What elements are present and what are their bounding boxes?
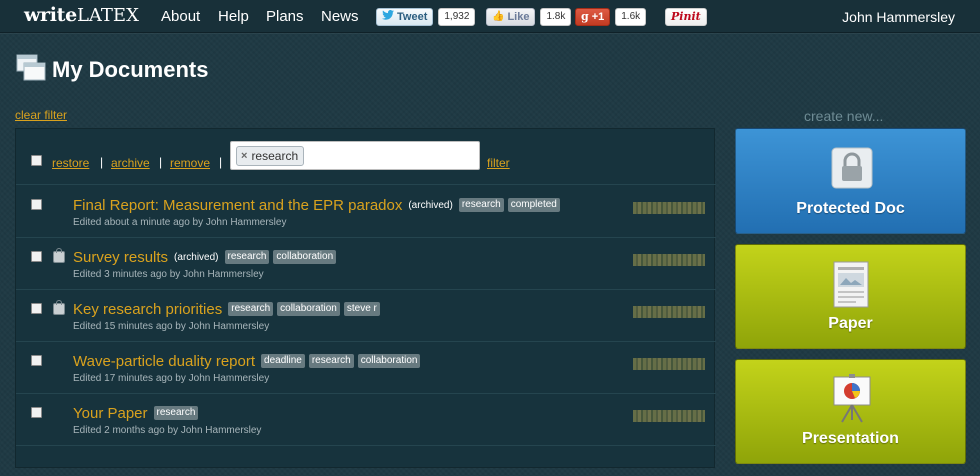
- like-button[interactable]: 👍 Like: [486, 7, 536, 26]
- document-title-link[interactable]: Key research priorities: [73, 301, 222, 318]
- tag-badge[interactable]: collaboration: [357, 354, 421, 368]
- document-row[interactable]: Survey results (archived) research colla…: [16, 238, 716, 290]
- tweet-label: Tweet: [397, 10, 428, 23]
- toolbar-separator: |: [219, 155, 223, 169]
- document-row[interactable]: Key research priorities research collabo…: [16, 290, 716, 342]
- tweet-widget: Tweet 1,932: [376, 7, 476, 26]
- document-title-line: Key research priorities research collabo…: [73, 298, 380, 320]
- tweet-button[interactable]: Tweet: [376, 7, 434, 26]
- document-title-link[interactable]: Final Report: Measurement and the EPR pa…: [73, 197, 402, 214]
- toolbar-separator: |: [100, 155, 104, 169]
- row-checkbox[interactable]: [31, 199, 42, 210]
- top-nav-bar: writeLATEX About Help Plans News Tweet 1…: [0, 0, 980, 33]
- row-checkbox[interactable]: [31, 251, 42, 262]
- tag-badge[interactable]: collaboration: [277, 302, 340, 316]
- archived-label: (archived): [408, 199, 453, 211]
- blurred-thumbnail: [633, 254, 705, 266]
- remove-tag-icon[interactable]: ×: [241, 150, 247, 162]
- blurred-thumbnail: [633, 358, 705, 370]
- padlock-icon: [831, 147, 873, 194]
- document-meta: Edited 3 minutes ago by John Hammersley: [73, 269, 264, 280]
- document-row[interactable]: Your Paper research Edited 2 months ago …: [16, 394, 716, 446]
- create-paper-button[interactable]: Paper: [735, 244, 966, 349]
- row-checkbox[interactable]: [31, 355, 42, 366]
- document-meta: Edited 2 months ago by John Hammersley: [73, 425, 262, 436]
- blurred-thumbnail: [633, 410, 705, 422]
- archive-link[interactable]: archive: [111, 156, 150, 170]
- documents-toolbar: restore | archive | remove | × research …: [16, 129, 716, 185]
- create-presentation-button[interactable]: Presentation: [735, 359, 966, 464]
- filter-button[interactable]: filter: [487, 156, 510, 170]
- tweet-count: 1,932: [438, 7, 476, 26]
- document-meta: Edited 17 minutes ago by John Hammersley: [73, 373, 270, 384]
- nav-news-link[interactable]: News: [321, 8, 359, 25]
- document-title-link[interactable]: Wave-particle duality report: [73, 353, 255, 370]
- document-title-link[interactable]: Survey results: [73, 249, 168, 266]
- filter-tag-chip[interactable]: × research: [236, 146, 305, 166]
- pin-it-button[interactable]: Pinit: [665, 7, 707, 26]
- lock-icon: [53, 300, 65, 315]
- restore-link[interactable]: restore: [52, 156, 89, 170]
- like-widget: 👍 Like 1.8k: [486, 7, 572, 26]
- document-meta: Edited 15 minutes ago by John Hammersley: [73, 321, 270, 332]
- gplus-label: +1: [591, 10, 605, 23]
- documents-icon: [16, 54, 46, 82]
- toolbar-separator: |: [159, 155, 163, 169]
- tag-badge[interactable]: research: [458, 198, 504, 212]
- nav-help-link[interactable]: Help: [218, 8, 249, 25]
- twitter-bird-icon: [382, 10, 394, 23]
- filter-tag-label: research: [251, 149, 299, 163]
- protected-doc-label: Protected Doc: [796, 200, 905, 217]
- select-all-checkbox[interactable]: [31, 155, 42, 166]
- tag-badge[interactable]: completed: [507, 198, 560, 212]
- document-title-line: Your Paper research: [73, 402, 199, 424]
- remove-link[interactable]: remove: [170, 156, 210, 170]
- tag-badge[interactable]: collaboration: [273, 250, 337, 264]
- create-protected-doc-button[interactable]: Protected Doc: [735, 128, 966, 234]
- document-row[interactable]: Final Report: Measurement and the EPR pa…: [16, 186, 716, 238]
- thumbs-up-icon: 👍: [492, 11, 505, 22]
- paper-document-icon: [831, 261, 871, 314]
- tag-badge[interactable]: research: [228, 302, 274, 316]
- document-row[interactable]: Wave-particle duality report deadline re…: [16, 342, 716, 394]
- create-new-heading: create new...: [804, 108, 884, 124]
- presentation-label: Presentation: [802, 430, 899, 447]
- nav-about-link[interactable]: About: [161, 8, 200, 25]
- tag-badge[interactable]: research: [308, 354, 354, 368]
- presentation-easel-icon: [831, 374, 873, 429]
- document-title-line: Final Report: Measurement and the EPR pa…: [73, 194, 560, 216]
- pinterest-widget: Pinit: [665, 7, 707, 26]
- paper-label: Paper: [828, 315, 873, 332]
- like-label: Like: [507, 10, 530, 23]
- writelatex-logo[interactable]: writeLATEX: [24, 4, 139, 26]
- archived-label: (archived): [174, 251, 219, 263]
- document-title-link[interactable]: Your Paper: [73, 405, 148, 422]
- tag-badge[interactable]: research: [224, 250, 270, 264]
- clear-filter-link[interactable]: clear filter: [15, 108, 67, 122]
- tag-badge[interactable]: research: [153, 406, 199, 420]
- row-checkbox[interactable]: [31, 407, 42, 418]
- logo-text: write: [24, 4, 77, 26]
- document-title-line: Wave-particle duality report deadline re…: [73, 350, 421, 372]
- documents-panel: restore | archive | remove | × research …: [15, 128, 716, 468]
- nav-plans-link[interactable]: Plans: [266, 8, 304, 25]
- google-g-icon: g: [581, 10, 589, 23]
- like-count: 1.8k: [540, 7, 572, 26]
- row-checkbox[interactable]: [31, 303, 42, 314]
- document-title-line: Survey results (archived) research colla…: [73, 246, 337, 268]
- tag-badge[interactable]: steve r: [343, 302, 380, 316]
- google-plus-button[interactable]: g +1: [575, 7, 611, 26]
- gplus-widget: g +1 1.6k: [575, 7, 647, 26]
- lock-icon: [53, 248, 65, 263]
- user-menu[interactable]: John Hammersley: [842, 9, 955, 25]
- document-meta: Edited about a minute ago by John Hammer…: [73, 217, 287, 228]
- blurred-thumbnail: [633, 202, 705, 214]
- blurred-thumbnail: [633, 306, 705, 318]
- gplus-count: 1.6k: [615, 7, 647, 26]
- tag-badge[interactable]: deadline: [261, 354, 305, 368]
- tag-filter-input[interactable]: × research: [230, 141, 480, 170]
- page-title: My Documents: [52, 57, 209, 82]
- logo-latex-text: LATEX: [76, 5, 139, 26]
